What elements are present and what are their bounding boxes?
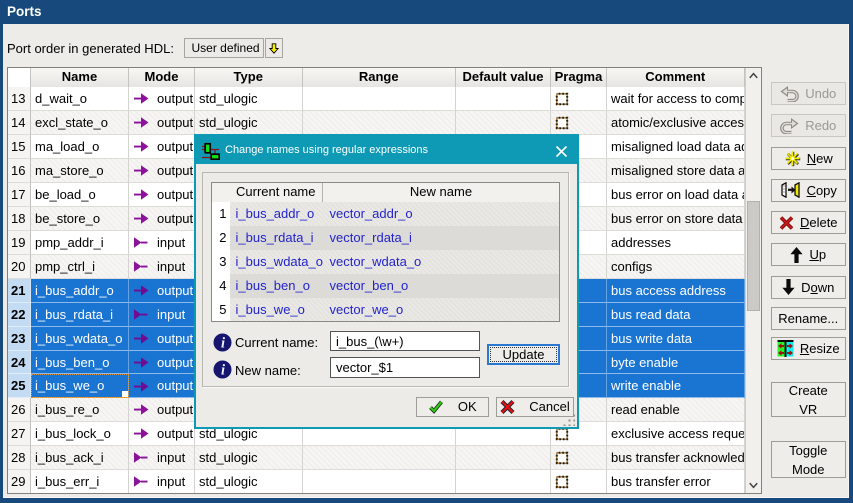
svg-text:i: i bbox=[220, 335, 224, 351]
svg-text:i: i bbox=[220, 363, 224, 379]
